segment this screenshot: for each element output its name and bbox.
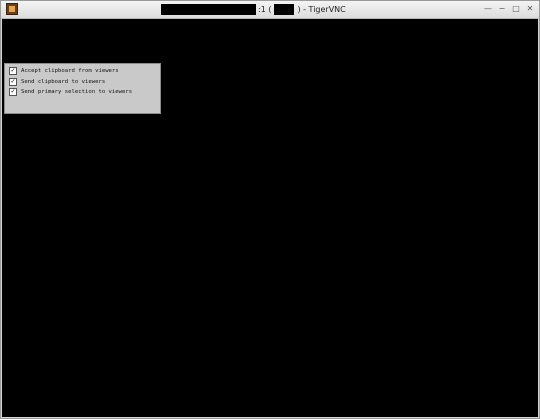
accept-clipboard-checkbox[interactable]: ✓ xyxy=(9,67,17,75)
close-button[interactable]: ✕ xyxy=(525,4,535,14)
shade-button[interactable]: — xyxy=(483,4,493,14)
send-clipboard-option[interactable]: ✓ Send clipboard to viewers xyxy=(9,77,156,87)
send-clipboard-checkbox[interactable]: ✓ xyxy=(9,77,17,86)
send-primary-checkbox[interactable]: ✓ xyxy=(9,88,17,96)
redacted-hostname xyxy=(161,4,256,15)
tigervnc-app-icon[interactable] xyxy=(6,3,18,15)
window-controls: — − □ ✕ xyxy=(483,4,535,14)
title-app-text: ) - TigerVNC xyxy=(297,5,346,14)
send-primary-label[interactable]: Send primary selection to viewers xyxy=(21,89,132,95)
title-bar[interactable]: :1 ( ) - TigerVNC — − □ ✕ xyxy=(1,1,539,19)
maximize-button[interactable]: □ xyxy=(511,4,521,14)
title-display-text: :1 ( xyxy=(258,5,272,14)
clipboard-options-panel: ✓ Accept clipboard from viewers ✓ Send c… xyxy=(4,63,161,114)
redacted-username xyxy=(274,4,295,15)
accept-clipboard-option[interactable]: ✓ Accept clipboard from viewers xyxy=(9,66,156,76)
accept-clipboard-label[interactable]: Accept clipboard from viewers xyxy=(21,68,119,74)
minimize-button[interactable]: − xyxy=(497,4,507,14)
vnc-window: :1 ( ) - TigerVNC — − □ ✕ ✓ Accept clipb… xyxy=(0,0,540,419)
send-clipboard-label[interactable]: Send clipboard to viewers xyxy=(21,79,105,85)
window-title: :1 ( ) - TigerVNC xyxy=(161,3,348,16)
send-primary-option[interactable]: ✓ Send primary selection to viewers xyxy=(9,87,156,97)
